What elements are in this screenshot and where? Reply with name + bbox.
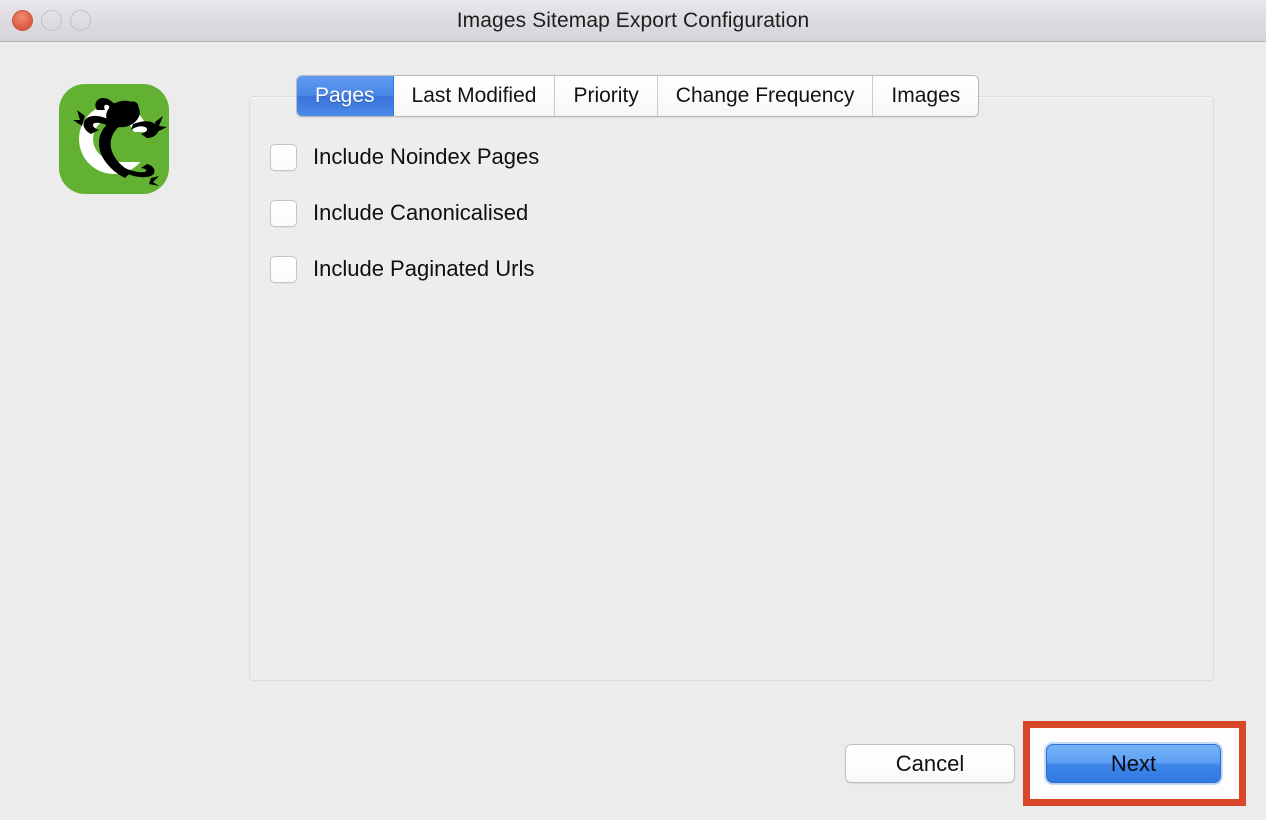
cancel-button[interactable]: Cancel	[845, 744, 1015, 783]
screaming-frog-logo	[55, 80, 173, 198]
tab-change-frequency-label: Change Frequency	[675, 84, 855, 107]
cancel-button-label: Cancel	[895, 750, 965, 776]
next-button[interactable]: Next	[1046, 744, 1221, 783]
tab-pages[interactable]: Pages	[297, 76, 394, 116]
tab-last-modified-label: Last Modified	[411, 84, 537, 107]
option-include-paginated-urls-label: Include Paginated Urls	[313, 256, 535, 281]
option-include-canonicalised-label: Include Canonicalised	[313, 200, 529, 225]
options-list: Include Noindex Pages Include Canonicali…	[270, 141, 1193, 309]
option-include-noindex-pages-label: Include Noindex Pages	[313, 144, 540, 169]
checkbox-include-paginated-urls[interactable]	[270, 255, 297, 283]
checkbox-include-canonicalised[interactable]	[270, 199, 297, 227]
tab-change-frequency[interactable]: Change Frequency	[657, 76, 874, 116]
tab-priority[interactable]: Priority	[555, 76, 658, 116]
tab-last-modified[interactable]: Last Modified	[393, 76, 556, 116]
option-include-noindex-pages[interactable]: Include Noindex Pages	[270, 141, 1193, 173]
next-button-label: Next	[1110, 750, 1157, 776]
checkbox-include-noindex-pages[interactable]	[270, 143, 297, 171]
option-include-paginated-urls[interactable]: Include Paginated Urls	[270, 253, 1193, 285]
tab-images-label: Images	[891, 84, 961, 107]
window-titlebar: Images Sitemap Export Configuration	[0, 0, 1266, 42]
tab-strip: Pages Last Modified Priority Change Freq…	[296, 75, 980, 117]
tab-images[interactable]: Images	[873, 76, 979, 116]
window-title: Images Sitemap Export Configuration	[456, 9, 810, 32]
option-include-canonicalised[interactable]: Include Canonicalised	[270, 197, 1193, 229]
tab-content-panel: Include Noindex Pages Include Canonicali…	[249, 96, 1214, 681]
tab-priority-label: Priority	[573, 84, 639, 107]
tab-pages-label: Pages	[315, 84, 375, 107]
